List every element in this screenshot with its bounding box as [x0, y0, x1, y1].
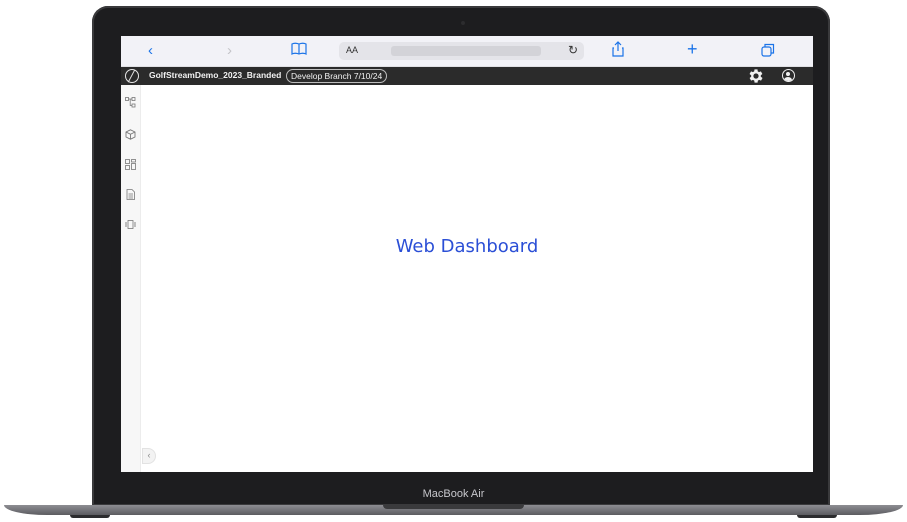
branch-badge[interactable]: Develop Branch 7/10/24 — [286, 69, 388, 83]
device-label: MacBook Air — [422, 488, 485, 500]
reader-aa-button[interactable]: AA — [346, 45, 358, 55]
page-title: Web Dashboard — [395, 236, 539, 257]
address-bar[interactable]: AA ↻ — [339, 42, 584, 60]
hierarchy-icon[interactable] — [125, 95, 136, 108]
back-icon[interactable]: ‹ — [148, 41, 153, 61]
url-text-obscured — [391, 46, 541, 56]
project-name[interactable]: GolfStreamDemo_2023_Branded — [149, 70, 281, 80]
browser-toolbar: ‹ › AA ↻ + — [121, 36, 813, 67]
bookmarks-icon[interactable] — [291, 42, 307, 62]
laptop-foot-left — [70, 515, 110, 518]
cube-icon[interactable] — [125, 127, 136, 140]
settings-gear-icon[interactable] — [747, 67, 765, 85]
dashboard-grid-icon[interactable] — [125, 157, 136, 170]
reload-icon[interactable]: ↻ — [568, 43, 578, 57]
collapse-sidebar-chevron-icon[interactable]: ‹ — [142, 448, 156, 464]
left-icon-rail — [121, 85, 141, 472]
share-icon[interactable] — [612, 41, 624, 63]
laptop-foot-right — [797, 515, 837, 518]
forward-icon[interactable]: › — [227, 41, 232, 61]
camera-icon — [461, 21, 465, 25]
document-icon[interactable] — [125, 187, 136, 200]
app-logo-icon[interactable] — [125, 69, 139, 83]
screen: ‹ › AA ↻ + GolfStreamDemo_2023_Branded D… — [121, 36, 813, 472]
new-tab-icon[interactable]: + — [687, 39, 698, 59]
app-header: GolfStreamDemo_2023_Branded Develop Bran… — [121, 67, 813, 85]
tabs-icon[interactable] — [761, 43, 775, 63]
laptop-hinge-notch — [383, 505, 524, 509]
user-account-icon[interactable] — [782, 69, 795, 82]
carousel-icon[interactable] — [125, 217, 136, 229]
